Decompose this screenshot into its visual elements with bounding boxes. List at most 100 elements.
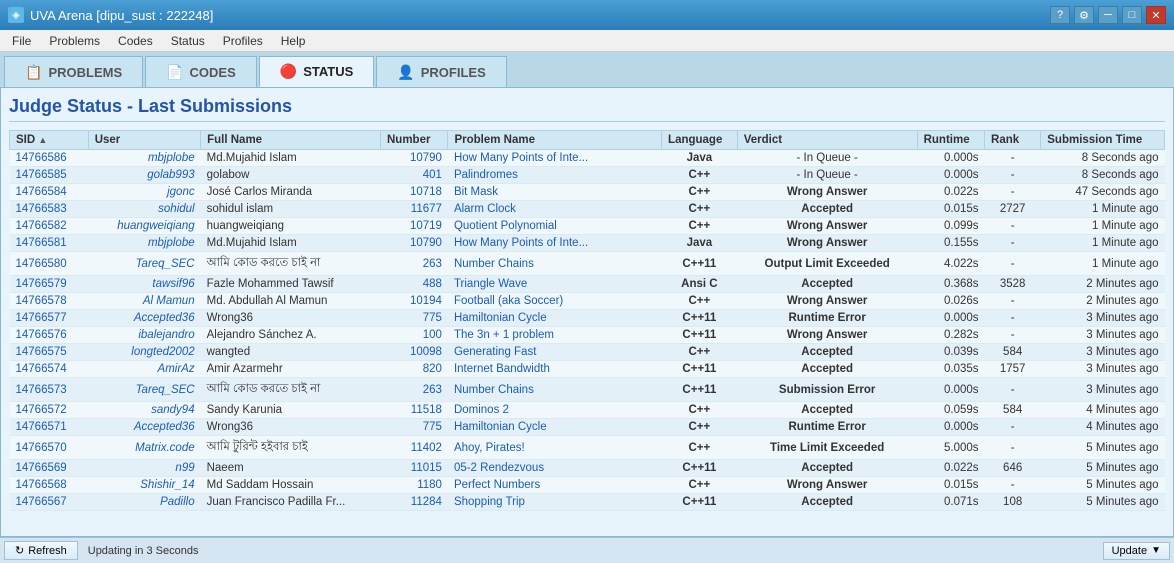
user-link[interactable]: n99 <box>175 462 194 474</box>
number-link[interactable]: 263 <box>423 258 442 270</box>
user-link[interactable]: Al Mamun <box>143 295 195 307</box>
number-link[interactable]: 10790 <box>410 237 442 249</box>
problem-link[interactable]: Dominos 2 <box>454 404 509 416</box>
col-header-problem[interactable]: Problem Name <box>448 131 662 150</box>
problem-link[interactable]: Quotient Polynomial <box>454 220 557 232</box>
tab-status[interactable]: 🔴 STATUS <box>259 56 375 87</box>
problem-link[interactable]: Perfect Numbers <box>454 479 540 491</box>
number-link[interactable]: 10719 <box>410 220 442 232</box>
problem-link[interactable]: Triangle Wave <box>454 278 527 290</box>
sid-link[interactable]: 14766584 <box>16 186 67 198</box>
col-header-sid[interactable]: SID ▲ <box>10 131 89 150</box>
user-link[interactable]: ibalejandro <box>138 329 194 341</box>
problem-link[interactable]: Palindromes <box>454 169 518 181</box>
problem-link[interactable]: Hamiltonian Cycle <box>454 421 547 433</box>
number-link[interactable]: 775 <box>423 312 442 324</box>
col-header-user[interactable]: User <box>88 131 200 150</box>
sid-link[interactable]: 14766580 <box>16 258 67 270</box>
problem-link[interactable]: Internet Bandwidth <box>454 363 550 375</box>
problem-link[interactable]: How Many Points of Inte... <box>454 152 588 164</box>
tab-codes[interactable]: 📄 CODES <box>145 56 257 87</box>
minimize-button[interactable]: ─ <box>1098 6 1118 24</box>
number-link[interactable]: 401 <box>423 169 442 181</box>
menu-problems[interactable]: Problems <box>41 32 108 50</box>
number-link[interactable]: 820 <box>423 363 442 375</box>
refresh-button[interactable]: ↻ Refresh <box>4 541 78 560</box>
sid-link[interactable]: 14766578 <box>16 295 67 307</box>
tab-problems[interactable]: 📋 PROBLEMS <box>4 56 143 87</box>
user-link[interactable]: longted2002 <box>131 346 194 358</box>
user-link[interactable]: Shishir_14 <box>140 479 194 491</box>
sid-link[interactable]: 14766570 <box>16 442 67 454</box>
number-link[interactable]: 10098 <box>410 346 442 358</box>
sid-link[interactable]: 14766579 <box>16 278 67 290</box>
user-link[interactable]: jgonc <box>167 186 195 198</box>
number-link[interactable]: 10194 <box>410 295 442 307</box>
user-link[interactable]: Tareq_SEC <box>136 384 195 396</box>
sid-link[interactable]: 14766575 <box>16 346 67 358</box>
sid-link[interactable]: 14766576 <box>16 329 67 341</box>
number-link[interactable]: 10718 <box>410 186 442 198</box>
col-header-verdict[interactable]: Verdict <box>737 131 917 150</box>
number-link[interactable]: 10790 <box>410 152 442 164</box>
sid-link[interactable]: 14766573 <box>16 384 67 396</box>
sid-link[interactable]: 14766569 <box>16 462 67 474</box>
user-link[interactable]: Padillo <box>160 496 195 508</box>
settings-button[interactable]: ⚙ <box>1074 6 1094 24</box>
sid-link[interactable]: 14766582 <box>16 220 67 232</box>
col-header-fullname[interactable]: Full Name <box>201 131 381 150</box>
user-link[interactable]: sandy94 <box>151 404 194 416</box>
problem-link[interactable]: 05-2 Rendezvous <box>454 462 544 474</box>
user-link[interactable]: golab993 <box>147 169 194 181</box>
number-link[interactable]: 11677 <box>411 203 442 215</box>
user-link[interactable]: Accepted36 <box>134 312 195 324</box>
number-link[interactable]: 775 <box>423 421 442 433</box>
user-link[interactable]: sohidul <box>158 203 194 215</box>
sid-link[interactable]: 14766581 <box>16 237 67 249</box>
sid-link[interactable]: 14766572 <box>16 404 67 416</box>
sid-link[interactable]: 14766568 <box>16 479 67 491</box>
col-header-subtime[interactable]: Submission Time <box>1041 131 1165 150</box>
update-button[interactable]: Update ▼ <box>1103 542 1170 560</box>
col-header-runtime[interactable]: Runtime <box>917 131 984 150</box>
menu-file[interactable]: File <box>4 32 39 50</box>
tab-profiles[interactable]: 👤 PROFILES <box>376 56 506 87</box>
problem-link[interactable]: Number Chains <box>454 258 534 270</box>
number-link[interactable]: 11015 <box>411 462 442 474</box>
menu-help[interactable]: Help <box>273 32 314 50</box>
maximize-button[interactable]: □ <box>1122 6 1142 24</box>
sid-link[interactable]: 14766571 <box>16 421 67 433</box>
user-link[interactable]: Accepted36 <box>134 421 195 433</box>
number-link[interactable]: 11284 <box>411 496 442 508</box>
sid-link[interactable]: 14766585 <box>16 169 67 181</box>
menu-status[interactable]: Status <box>163 32 213 50</box>
number-link[interactable]: 11518 <box>411 404 442 416</box>
problem-link[interactable]: Shopping Trip <box>454 496 525 508</box>
submissions-table-wrapper[interactable]: SID ▲ User Full Name Number Problem Name… <box>9 130 1165 511</box>
sid-link[interactable]: 14766583 <box>16 203 67 215</box>
problem-link[interactable]: Generating Fast <box>454 346 536 358</box>
sid-link[interactable]: 14766567 <box>16 496 67 508</box>
col-header-rank[interactable]: Rank <box>985 131 1041 150</box>
problem-link[interactable]: Hamiltonian Cycle <box>454 312 547 324</box>
number-link[interactable]: 100 <box>423 329 442 341</box>
col-header-number[interactable]: Number <box>380 131 447 150</box>
sid-link[interactable]: 14766577 <box>16 312 67 324</box>
user-link[interactable]: Matrix.code <box>135 442 194 454</box>
col-header-language[interactable]: Language <box>662 131 738 150</box>
number-link[interactable]: 263 <box>423 384 442 396</box>
number-link[interactable]: 11402 <box>411 442 442 454</box>
problem-link[interactable]: Number Chains <box>454 384 534 396</box>
menu-profiles[interactable]: Profiles <box>215 32 271 50</box>
problem-link[interactable]: Alarm Clock <box>454 203 516 215</box>
sid-link[interactable]: 14766574 <box>16 363 67 375</box>
user-link[interactable]: mbjplobe <box>148 237 195 249</box>
user-link[interactable]: huangweiqiang <box>117 220 194 232</box>
problem-link[interactable]: Ahoy, Pirates! <box>454 442 525 454</box>
number-link[interactable]: 1180 <box>417 479 442 491</box>
menu-codes[interactable]: Codes <box>110 32 161 50</box>
help-button[interactable]: ? <box>1050 6 1070 24</box>
problem-link[interactable]: The 3n + 1 problem <box>454 329 554 341</box>
problem-link[interactable]: Football (aka Soccer) <box>454 295 563 307</box>
problem-link[interactable]: Bit Mask <box>454 186 498 198</box>
